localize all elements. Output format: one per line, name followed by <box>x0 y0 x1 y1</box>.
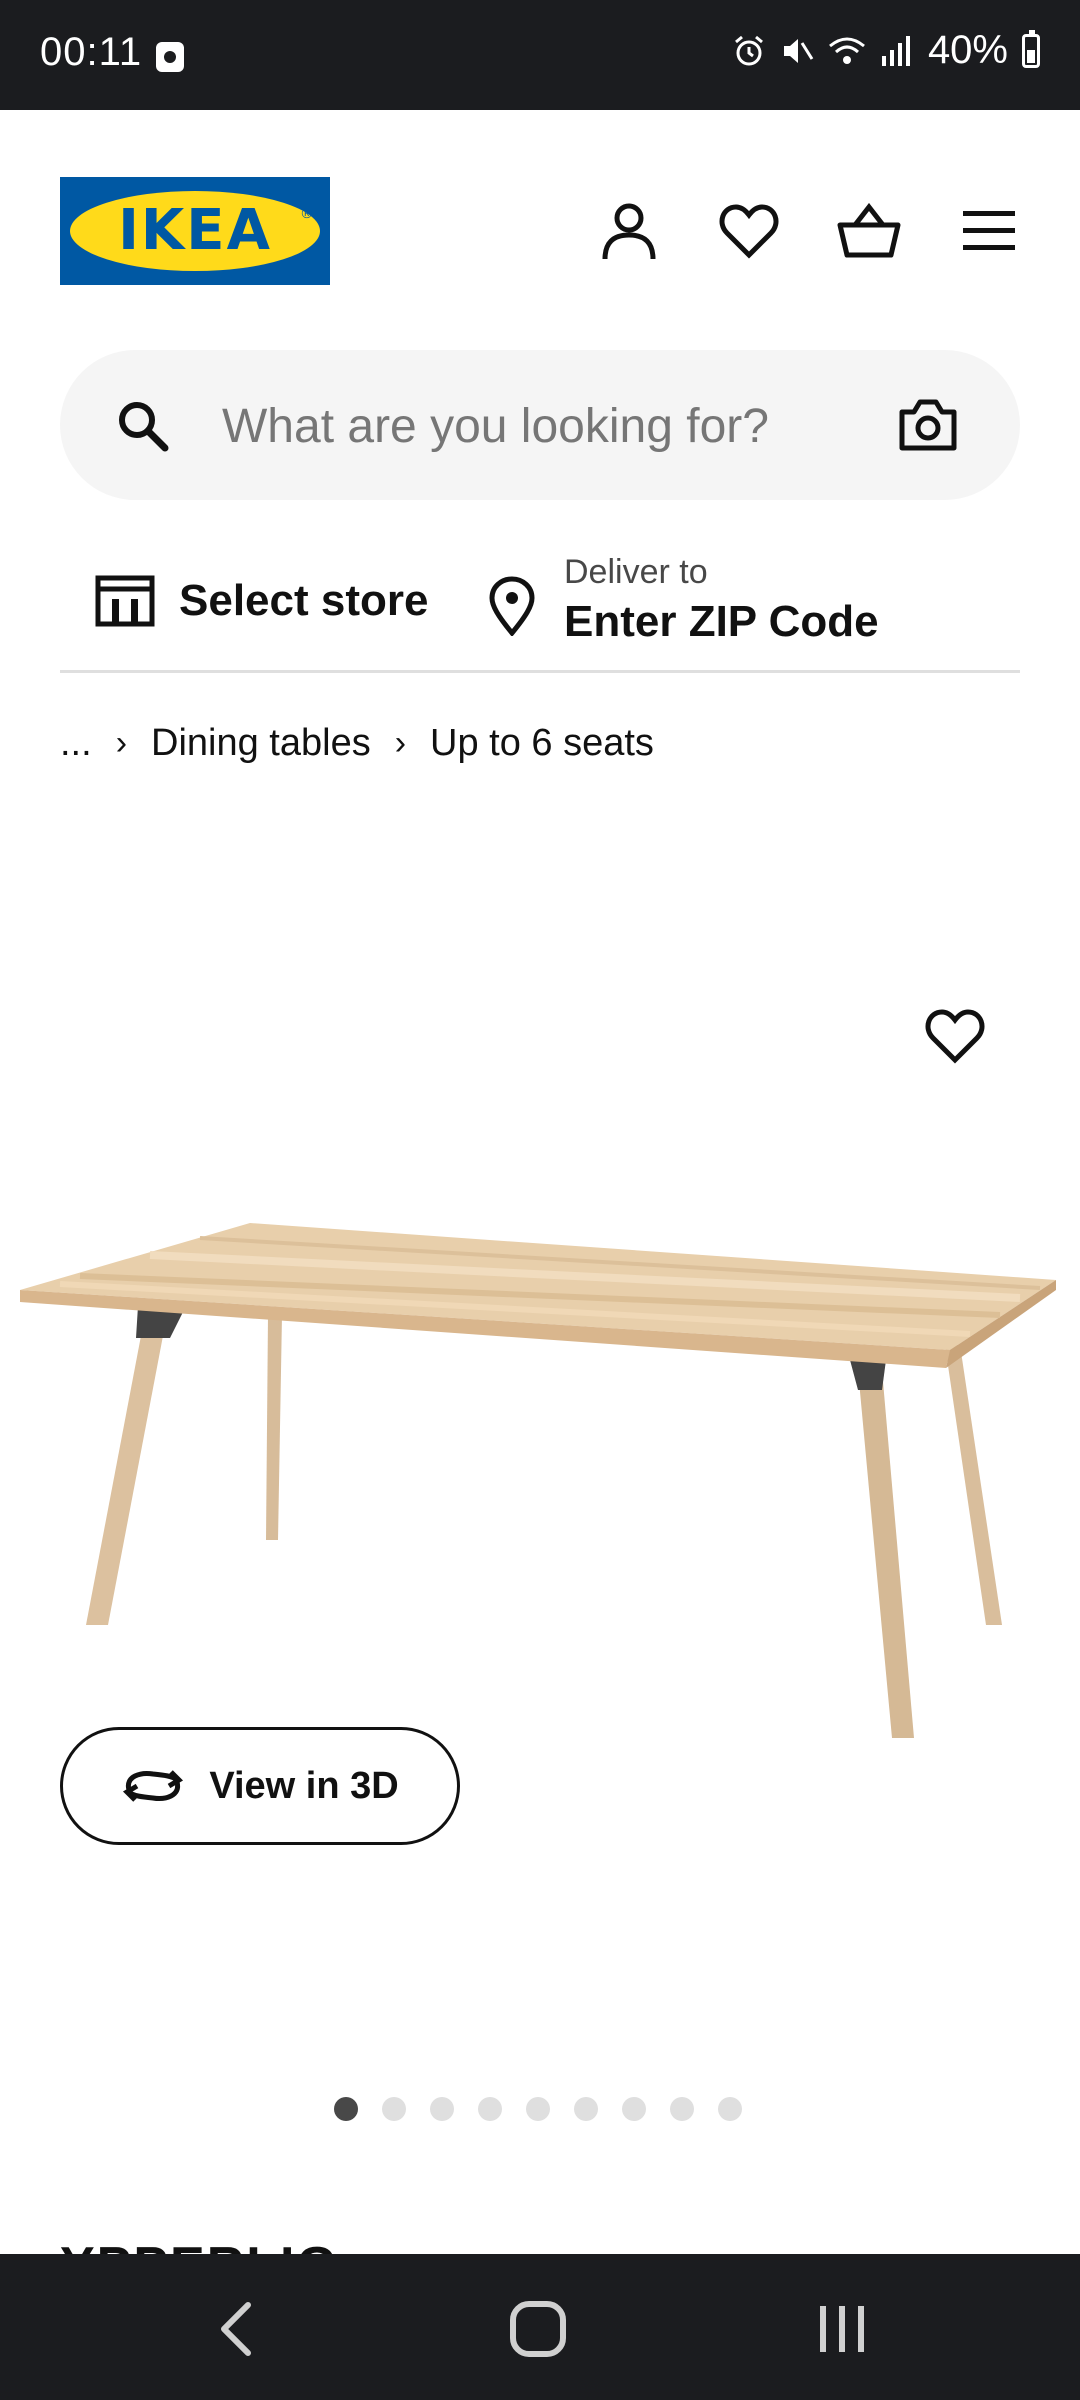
system-navigation-bar <box>0 2254 1080 2400</box>
home-icon <box>510 2301 566 2357</box>
carousel-dot-5[interactable] <box>526 2097 550 2121</box>
carousel-dot-1[interactable] <box>334 2097 358 2121</box>
product-image <box>20 1223 1056 1738</box>
image-carousel-dots <box>334 2097 742 2121</box>
chevron-right-icon: › <box>115 724 128 762</box>
mute-icon <box>783 38 814 63</box>
breadcrumb-dining-tables[interactable]: Dining tables <box>151 722 371 765</box>
camera-icon[interactable] <box>898 398 958 452</box>
deliver-to-button[interactable]: Deliver to Enter ZIP Code <box>488 550 879 650</box>
carousel-dot-9[interactable] <box>718 2097 742 2121</box>
search-icon[interactable] <box>115 398 171 454</box>
carousel-dot-6[interactable] <box>574 2097 598 2121</box>
status-icons: 40% <box>732 28 1040 73</box>
home-button[interactable] <box>488 2294 588 2364</box>
wifi-icon <box>828 37 865 64</box>
chevron-right-icon: › <box>394 724 407 762</box>
select-store-label: Select store <box>179 576 429 625</box>
breadcrumb: ... › Dining tables › Up to 6 seats <box>60 722 654 765</box>
logo-text: IKEA <box>118 198 272 263</box>
battery-icon <box>1022 29 1040 68</box>
battery-percent: 40% <box>927 28 1008 72</box>
carousel-dot-3[interactable] <box>430 2097 454 2121</box>
app-notification-icon <box>156 42 184 72</box>
heart-icon[interactable] <box>714 196 784 266</box>
back-icon <box>221 2302 251 2356</box>
signal-icon <box>881 35 910 66</box>
deliver-to-label: Deliver to <box>564 553 708 591</box>
account-icon[interactable] <box>594 196 664 266</box>
cart-icon[interactable] <box>834 196 904 266</box>
zip-code-label: Enter ZIP Code <box>564 597 879 646</box>
location-pin-icon <box>489 576 535 636</box>
rotate-3d-icon <box>123 1770 184 1802</box>
logo-registered-mark: ® <box>301 205 312 221</box>
search-bar[interactable] <box>60 350 1020 500</box>
ikea-logo[interactable]: IKEA ® <box>60 177 330 285</box>
alarm-icon <box>734 35 763 65</box>
recents-icon <box>820 2306 864 2352</box>
carousel-dot-2[interactable] <box>382 2097 406 2121</box>
status-time: 00:11 <box>40 30 143 74</box>
recents-button[interactable] <box>792 2294 892 2364</box>
carousel-dot-4[interactable] <box>478 2097 502 2121</box>
carousel-dot-8[interactable] <box>670 2097 694 2121</box>
select-store-button[interactable]: Select store <box>95 575 428 627</box>
status-bar: 00:11 40% <box>0 0 1080 110</box>
product-favorite-icon[interactable] <box>925 1008 985 1064</box>
store-location-row: Select store Deliver to Enter ZIP Code <box>60 550 1020 673</box>
carousel-dot-7[interactable] <box>622 2097 646 2121</box>
back-button[interactable] <box>186 2294 286 2364</box>
menu-icon[interactable] <box>954 196 1024 266</box>
view-in-3d-button[interactable]: View in 3D <box>60 1727 460 1845</box>
search-input[interactable] <box>220 390 844 462</box>
view-in-3d-label: View in 3D <box>209 1764 399 1807</box>
store-icon <box>95 575 155 627</box>
breadcrumb-up-to-6-seats[interactable]: Up to 6 seats <box>430 722 654 765</box>
deliver-text: Deliver to Enter ZIP Code <box>564 550 879 650</box>
breadcrumb-ellipsis[interactable]: ... <box>60 722 92 765</box>
